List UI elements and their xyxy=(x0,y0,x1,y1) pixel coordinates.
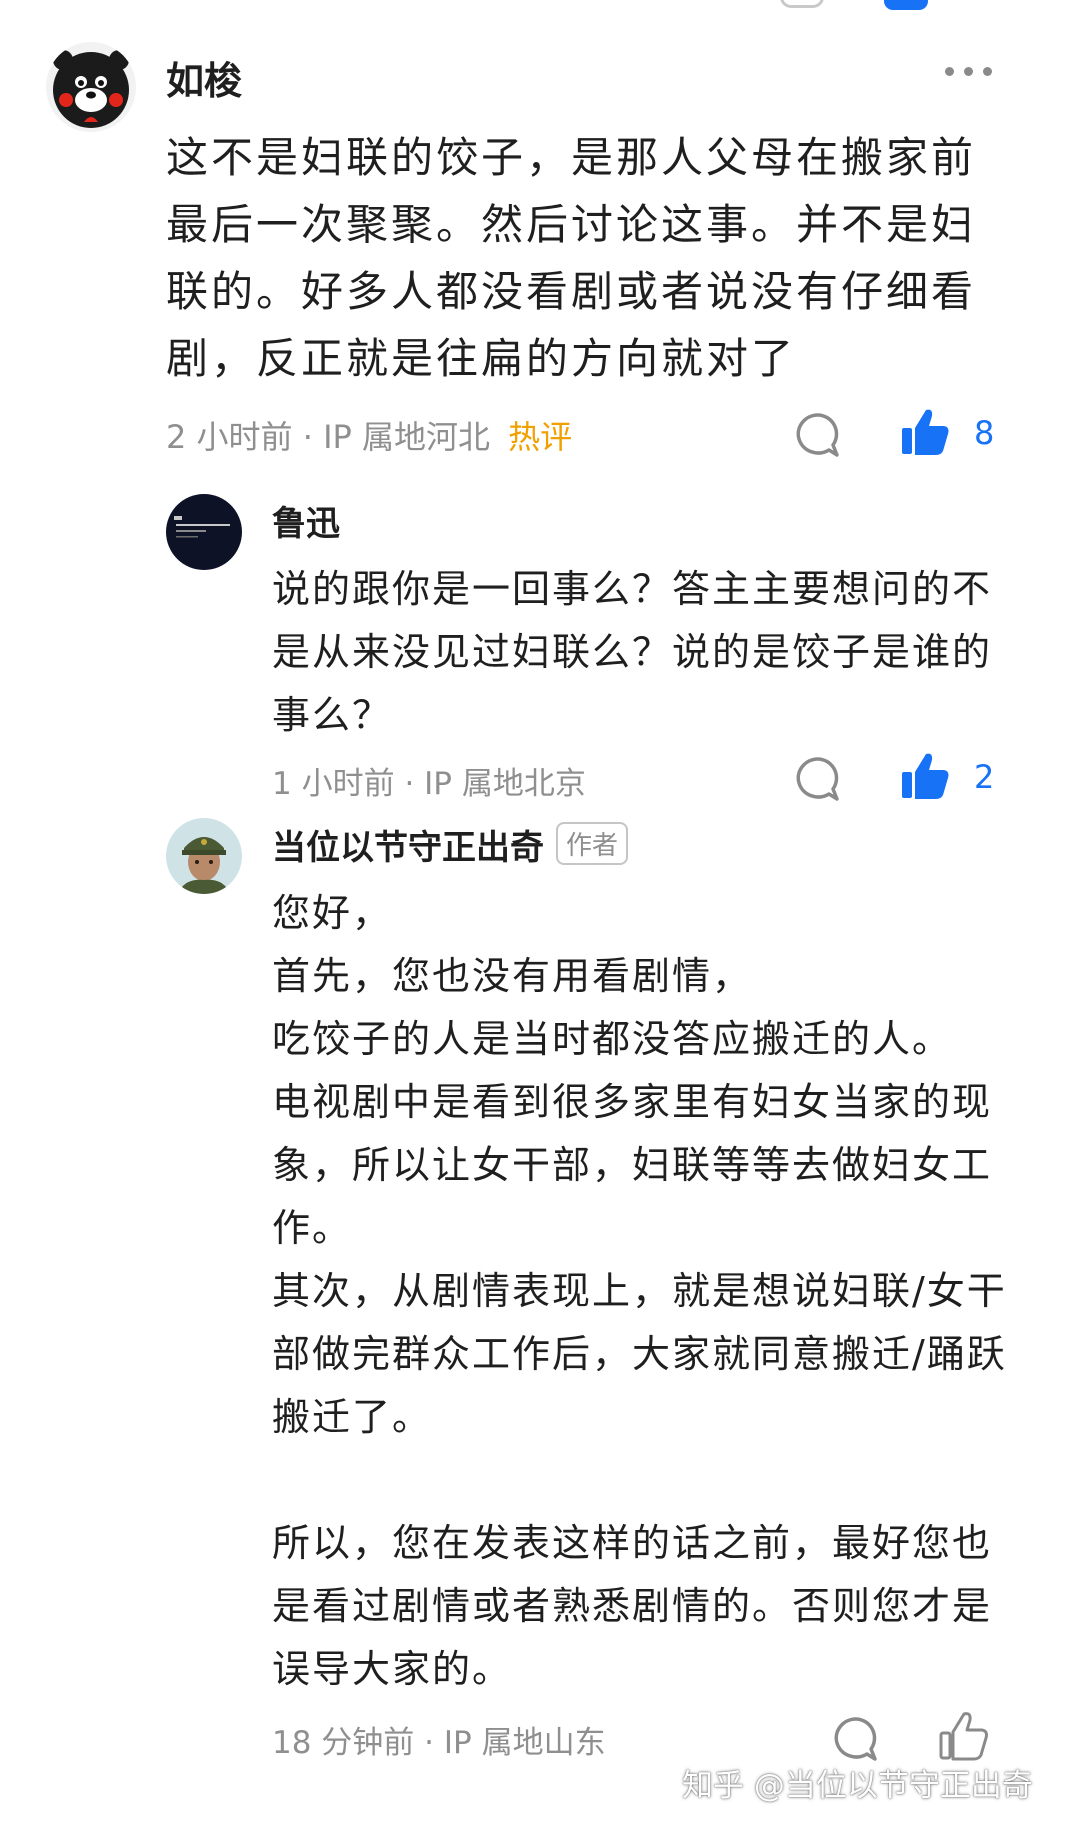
comment-ip-location: IP 属地河北 xyxy=(323,418,490,456)
comment-username[interactable]: 如梭 xyxy=(166,50,242,105)
hot-comment-badge: 热评 xyxy=(508,418,573,456)
comment-ip-location: IP 属地山东 xyxy=(443,1725,606,1761)
comment-meta: 2 小时前 · IP 属地河北 热评 xyxy=(166,412,572,458)
comment-meta: 18 分钟前 · IP 属地山东 xyxy=(272,1717,606,1762)
comment-meta: 1 小时前 · IP 属地北京 xyxy=(272,758,586,803)
comment-time: 1 小时前 xyxy=(272,766,395,802)
meta-separator: · xyxy=(302,418,313,456)
reply-icon[interactable] xyxy=(830,1714,880,1764)
comment-ip-location: IP 属地北京 xyxy=(424,766,586,802)
meta-separator: · xyxy=(424,1725,435,1761)
comment-username[interactable]: 鲁迅 xyxy=(272,496,340,545)
comment-body: 说的跟你是一回事么？答主主要想问的不是从来没见过妇联么？说的是饺子是谁的事么？ xyxy=(272,567,993,737)
comment-body: 这不是妇联的饺子，是那人父母在搬家前最后一次聚聚。然后讨论这事。并不是妇联的。好… xyxy=(166,133,977,383)
more-options-icon[interactable] xyxy=(945,67,992,76)
kumamon-avatar-icon[interactable] xyxy=(46,42,136,132)
comment-username: 当位以节守正出奇 作者 xyxy=(272,820,629,869)
like-icon-fragment xyxy=(884,0,928,10)
author-badge: 作者 xyxy=(556,822,629,865)
reply-icon[interactable] xyxy=(792,754,842,804)
comment-body: 您好， 首先，您也没有用看剧情， 吃饺子的人是当时都没答应搬迁的人。 电视剧中是… xyxy=(272,891,1007,1691)
like-count: 2 xyxy=(974,758,995,796)
comment-time: 18 分钟前 xyxy=(272,1725,415,1761)
like-icon[interactable] xyxy=(900,750,950,802)
like-icon[interactable] xyxy=(900,406,950,458)
author-username[interactable]: 当位以节守正出奇 xyxy=(272,828,544,868)
zhihu-watermark: 知乎 @当位以节守正出奇 xyxy=(682,1768,1033,1804)
reply-icon[interactable] xyxy=(792,410,842,460)
soldier-avatar-icon[interactable] xyxy=(166,818,242,894)
dark-text-avatar-icon[interactable] xyxy=(166,494,242,570)
like-count: 8 xyxy=(974,414,995,452)
meta-separator: · xyxy=(404,766,415,802)
like-outline-icon[interactable] xyxy=(938,1710,988,1762)
reply-icon-fragment xyxy=(780,0,824,8)
comment-time: 2 小时前 xyxy=(166,418,293,456)
